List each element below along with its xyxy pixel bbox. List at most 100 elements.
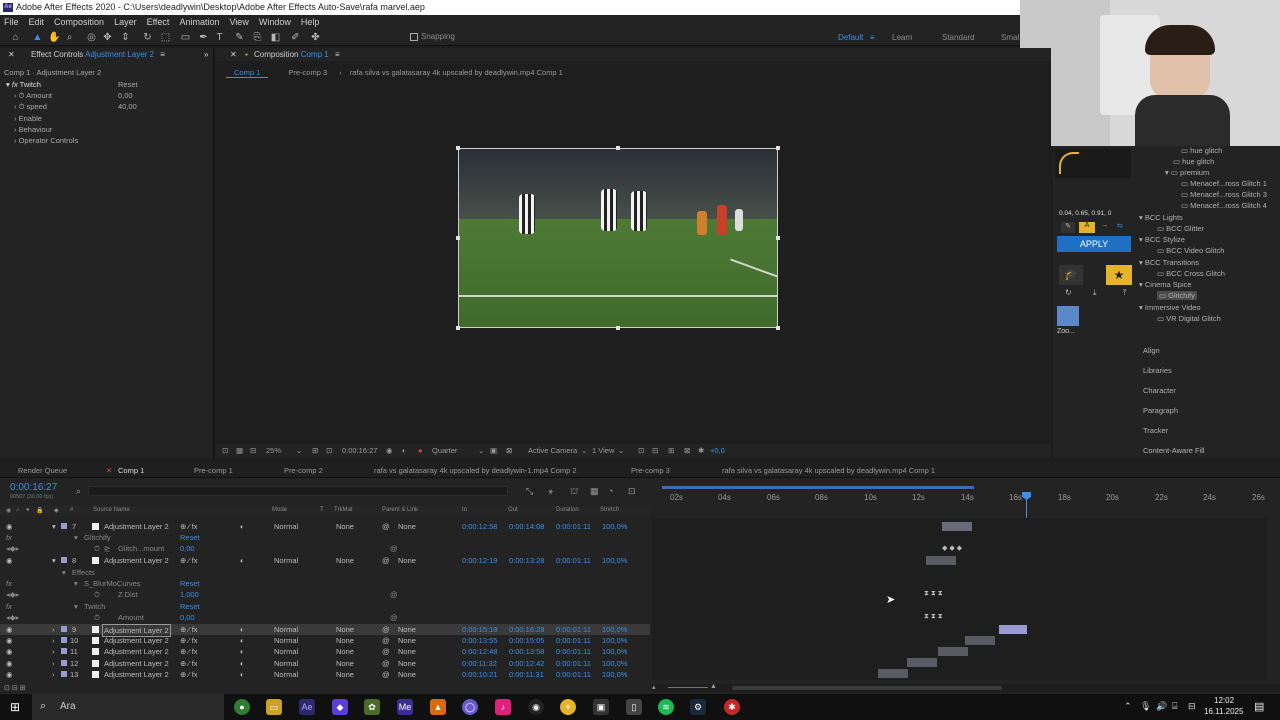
expand-layer-switches-icon[interactable]: ⊡ bbox=[4, 685, 10, 692]
effect-controls-tab[interactable]: Effect Controls bbox=[31, 50, 83, 59]
panel-menu-icon[interactable]: ≡ bbox=[335, 50, 340, 59]
adjustment-icon[interactable]: ◐ bbox=[240, 646, 245, 657]
lock-icon[interactable]: ▪ bbox=[245, 50, 248, 59]
frame-blending-icon[interactable]: ▦ bbox=[590, 486, 599, 497]
roto-brush-tool-icon[interactable]: ✐ bbox=[290, 32, 301, 43]
shape-tool-icon[interactable]: ▭ bbox=[180, 32, 191, 43]
draft-3d-icon[interactable]: ⚹ bbox=[548, 486, 553, 497]
search-icon[interactable]: ⌕ bbox=[76, 486, 81, 497]
duration[interactable]: 0:00:01:11 bbox=[556, 635, 591, 646]
transform-handle[interactable] bbox=[776, 146, 780, 150]
tree-item[interactable]: ▭ BCC Cross Glitch bbox=[1157, 269, 1225, 278]
eye-icon[interactable]: ◉ bbox=[6, 658, 13, 669]
toggle-pixel-aspect-icon[interactable]: ⊡ bbox=[638, 444, 644, 458]
transform-handle[interactable] bbox=[776, 236, 780, 240]
stopwatch-icon[interactable]: ⏱ bbox=[94, 543, 100, 554]
solo-icon[interactable]: ● bbox=[26, 507, 30, 513]
table-row[interactable]: ◉ › 13 Adjustment Layer 2 ⊕ ⁄ fx ◐ Norma… bbox=[0, 669, 650, 680]
property-group[interactable]: fx ▾ Twitch Reset bbox=[0, 601, 650, 612]
parent-dropdown[interactable]: None bbox=[398, 669, 416, 680]
chevron-right-icon[interactable]: » bbox=[204, 48, 208, 61]
channel-icon[interactable]: ● bbox=[418, 444, 423, 458]
adjustment-icon[interactable]: ◐ bbox=[240, 521, 245, 532]
composition-tab-label[interactable]: Composition bbox=[254, 50, 298, 59]
property-value[interactable]: 0,00 bbox=[180, 543, 195, 554]
transform-handle[interactable] bbox=[456, 146, 460, 150]
adjustment-icon[interactable]: ◐ bbox=[240, 669, 245, 680]
resolution-dropdown[interactable]: Quarter bbox=[432, 444, 457, 458]
zoom-in-icon[interactable]: ▲ bbox=[710, 683, 717, 690]
fast-previews-icon[interactable]: ⊟ bbox=[652, 444, 658, 458]
download-icon[interactable]: ⤓ bbox=[1093, 288, 1097, 298]
col-stretch[interactable]: Stretch bbox=[600, 507, 619, 513]
switches-icon[interactable]: ⊕ ⁄ fx bbox=[180, 635, 198, 646]
transform-handle[interactable] bbox=[616, 146, 620, 150]
breadcrumb-precomp3[interactable]: Pre-comp 3 bbox=[288, 68, 327, 77]
parent-dropdown[interactable]: None bbox=[398, 555, 416, 566]
close-icon[interactable]: ✕ bbox=[106, 466, 112, 475]
table-row[interactable]: ◉ ▾ 7 Adjustment Layer 2 ⊕ ⁄ fx ◐ Normal… bbox=[0, 521, 650, 532]
trkmat-dropdown[interactable]: None bbox=[336, 521, 354, 532]
reset-link[interactable]: Reset bbox=[180, 532, 200, 543]
apply-button[interactable]: APPLY bbox=[1057, 236, 1131, 252]
media-player-icon[interactable]: ◉ bbox=[528, 699, 544, 715]
layer-bar[interactable] bbox=[926, 556, 956, 565]
expression-pickwhip-icon[interactable]: @ bbox=[390, 612, 398, 623]
property-row[interactable]: ◂◆▸ ⏱ Z Dist 1,000 @ bbox=[0, 589, 650, 600]
layer-name[interactable]: Adjustment Layer 2 bbox=[104, 658, 169, 669]
flowchart-icon[interactable]: ⊠ bbox=[684, 444, 690, 458]
app-icon[interactable]: ▣ bbox=[593, 699, 609, 715]
work-area-bar[interactable] bbox=[662, 486, 974, 489]
adjustment-icon[interactable]: ◐ bbox=[240, 635, 245, 646]
paragraph-panel-tab[interactable]: Paragraph bbox=[1143, 406, 1178, 415]
menu-help[interactable]: Help bbox=[301, 15, 320, 29]
track-area[interactable]: ◆ ◆ ◆ ⧗ ⧗ ⧗ ⧗ ⧗ ⧗ ➤ bbox=[652, 518, 1267, 680]
tree-item[interactable]: ▾ BCC Lights bbox=[1139, 213, 1183, 222]
parent-dropdown[interactable]: None bbox=[398, 658, 416, 669]
tree-item[interactable]: ▭ hue glitch bbox=[1181, 146, 1222, 155]
tree-item[interactable]: ▾ ▭ premium bbox=[1165, 168, 1209, 177]
stretch[interactable]: 100,0% bbox=[602, 624, 627, 635]
workspace-small[interactable]: Smal bbox=[1001, 33, 1019, 42]
pen-tool-icon[interactable]: ✒ bbox=[198, 32, 209, 43]
tracker-panel-tab[interactable]: Tracker bbox=[1143, 426, 1168, 435]
property-group[interactable]: fx ▾ S_BlurMoCurves Reset bbox=[0, 578, 650, 589]
type-tool-icon[interactable]: T bbox=[214, 32, 225, 43]
label-color-icon[interactable] bbox=[61, 671, 67, 677]
tree-item[interactable]: ▭ hue glitch bbox=[1173, 157, 1214, 166]
prop-enable-group[interactable]: › Enable bbox=[14, 114, 42, 123]
eye-icon[interactable]: ◉ bbox=[6, 624, 13, 635]
menu-window[interactable]: Window bbox=[259, 15, 291, 29]
adjustment-icon[interactable]: ◐ bbox=[240, 555, 245, 566]
tab-comp2[interactable]: rafa vs galatasaray 4k upscaled by deadl… bbox=[374, 466, 577, 475]
in-point[interactable]: 0:00:12:19 bbox=[462, 555, 497, 566]
panel-menu-icon[interactable]: ≡ bbox=[160, 50, 165, 59]
spotify-icon[interactable]: ≋ bbox=[658, 699, 674, 715]
expand-transfer-controls-icon[interactable]: ⊟ bbox=[12, 685, 18, 692]
workspace-default[interactable]: Default bbox=[838, 33, 863, 42]
pick-whip-icon[interactable]: @ bbox=[382, 624, 390, 635]
snapshot-icon[interactable]: ◉ bbox=[386, 444, 393, 458]
property-row[interactable]: ◂◆▸ ⏱ Amount 0,00 @ bbox=[0, 612, 650, 623]
fx-twitch-label[interactable]: ▾ fx Twitch bbox=[6, 80, 41, 89]
workspace-menu-icon[interactable]: ≡ bbox=[870, 33, 875, 42]
out-point[interactable]: 0:00:11:31 bbox=[509, 669, 544, 680]
duration[interactable]: 0:00:01:11 bbox=[556, 521, 591, 532]
chevron-down-icon[interactable]: ▾ bbox=[52, 521, 56, 532]
arrow-right-icon[interactable]: → bbox=[1101, 222, 1108, 229]
region-icon[interactable]: ⊡ bbox=[326, 444, 332, 458]
grid-icon[interactable]: ▦ bbox=[236, 444, 243, 458]
pick-whip-icon[interactable]: @ bbox=[382, 658, 390, 669]
out-point[interactable]: 0:00:12:42 bbox=[509, 658, 544, 669]
tree-item[interactable]: ▭ VR Digital Glitch bbox=[1157, 314, 1221, 323]
taskbar-search[interactable]: ⌕ Ara bbox=[32, 694, 224, 720]
anchor-icon[interactable]: A bbox=[1079, 222, 1095, 233]
transform-handle[interactable] bbox=[776, 326, 780, 330]
col-parent-link[interactable]: Parent & Link bbox=[382, 507, 418, 513]
layer-bar[interactable] bbox=[907, 658, 937, 667]
switches-icon[interactable]: ⊕ ⁄ fx bbox=[180, 646, 198, 657]
menu-layer[interactable]: Layer bbox=[114, 15, 137, 29]
out-point[interactable]: 0:00:13:58 bbox=[509, 646, 544, 657]
prop-amount-label[interactable]: › ⏱ Amount bbox=[14, 91, 52, 101]
effect-blurmocurves[interactable]: S_BlurMoCurves bbox=[84, 578, 141, 589]
